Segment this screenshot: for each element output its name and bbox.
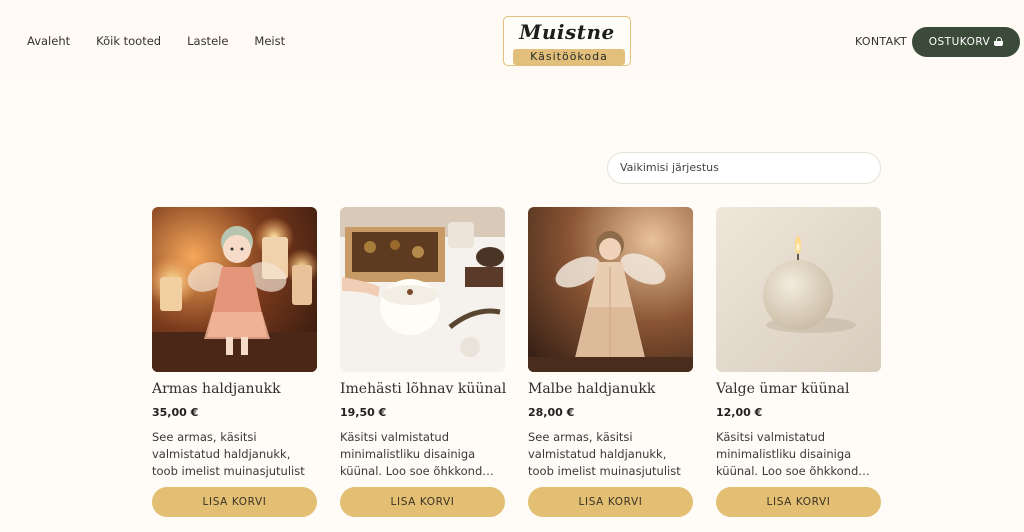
main-nav: Avaleht Kõik tooted Lastele Meist <box>27 34 285 48</box>
product-image[interactable] <box>340 207 505 372</box>
product-name[interactable]: Malbe haldjanukk <box>528 381 693 401</box>
product-price: 12,00 € <box>716 406 763 419</box>
product-description: Käsitsi valmistatud minimalistliku disai… <box>716 430 870 478</box>
product-image[interactable] <box>152 207 317 372</box>
logo-title: Muistne <box>519 20 615 44</box>
cart-button-label: OSTUKORV <box>928 36 991 48</box>
product-description: See armas, käsitsi valmistatud haldjanuk… <box>152 430 305 478</box>
add-to-cart-button[interactable]: LISA KORVI <box>716 487 881 517</box>
product-card: Armas haldjanukk 35,00 € See armas, käsi… <box>152 207 317 517</box>
nav-link-about[interactable]: Meist <box>254 34 285 48</box>
product-price: 19,50 € <box>340 406 387 419</box>
product-price: 35,00 € <box>152 406 199 419</box>
product-description: See armas, käsitsi valmistatud haldjanuk… <box>528 430 681 478</box>
nav-link-all-products[interactable]: Kõik tooted <box>96 34 161 48</box>
product-image[interactable] <box>716 207 881 372</box>
product-description: Käsitsi valmistatud minimalistliku disai… <box>340 430 494 478</box>
site-logo[interactable]: Muistne Käsitöökoda <box>503 16 631 66</box>
nav-link-home[interactable]: Avaleht <box>27 34 70 48</box>
product-price: 28,00 € <box>528 406 575 419</box>
sort-select[interactable]: Vaikimisi järjestus <box>607 152 881 184</box>
contact-link[interactable]: KONTAKT <box>855 35 907 48</box>
product-name[interactable]: Valge ümar küünal <box>716 381 881 401</box>
nav-link-kids[interactable]: Lastele <box>187 34 228 48</box>
product-card: Malbe haldjanukk 28,00 € See armas, käsi… <box>528 207 693 517</box>
add-to-cart-button[interactable]: LISA KORVI <box>340 487 505 517</box>
logo-subtitle: Käsitöökoda <box>513 49 625 65</box>
basket-icon <box>994 36 1004 46</box>
site-header: Avaleht Kõik tooted Lastele Meist Muistn… <box>0 0 1024 84</box>
add-to-cart-button[interactable]: LISA KORVI <box>528 487 693 517</box>
cart-button[interactable]: OSTUKORV <box>912 27 1020 57</box>
product-card: Imehästi lõhnav küünal 19,50 € Käsitsi v… <box>340 207 506 517</box>
product-name[interactable]: Armas haldjanukk <box>152 381 317 401</box>
product-image[interactable] <box>528 207 693 372</box>
product-name[interactable]: Imehästi lõhnav küünal <box>340 381 506 401</box>
add-to-cart-button[interactable]: LISA KORVI <box>152 487 317 517</box>
product-card: Valge ümar küünal 12,00 € Käsitsi valmis… <box>716 207 881 517</box>
